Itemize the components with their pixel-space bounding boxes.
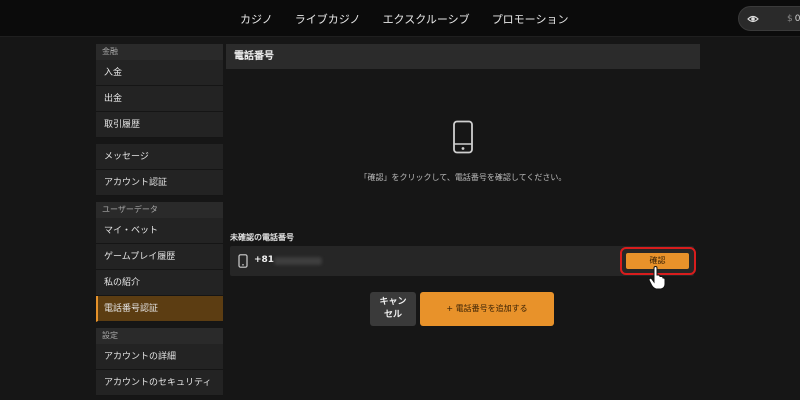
sidebar-item-my-bets[interactable]: マイ・ベット <box>96 218 223 244</box>
sidebar-item-transactions[interactable]: 取引履歴 <box>96 112 223 138</box>
phone-icon <box>238 254 248 268</box>
eye-icon[interactable] <box>747 13 759 25</box>
sidebar-item-deposit[interactable]: 入金 <box>96 60 223 86</box>
balance-pill[interactable]: $0 <box>738 6 800 31</box>
nav-casino[interactable]: カジノ <box>240 11 273 27</box>
sidebar-group-header: 設定 <box>96 328 223 344</box>
balance-value: 0 <box>794 13 800 24</box>
unverified-phone-label: 未確認の電話番号 <box>230 233 294 242</box>
phone-icon <box>453 120 473 154</box>
sidebar-item-gameplay-history[interactable]: ゲームプレイ履歴 <box>96 244 223 270</box>
sidebar-group-header: 金融 <box>96 44 223 60</box>
sidebar-item-account-verification[interactable]: アカウント認証 <box>96 170 223 196</box>
hand-cursor-icon <box>648 266 666 290</box>
cancel-button[interactable]: キャン セル <box>370 292 416 326</box>
sidebar-item-messages[interactable]: メッセージ <box>96 144 223 170</box>
nav-exclusive[interactable]: エクスクルーシブ <box>383 11 470 27</box>
balance-currency: $ <box>787 13 793 24</box>
sidebar-item-referrals[interactable]: 私の紹介 <box>96 270 223 296</box>
instruction-text: 「確認」をクリックして、電話番号を確認してください。 <box>359 173 567 182</box>
phone-panel: 電話番号 「確認」をクリックして、電話番号を確認してください。 未確認の電話番号… <box>226 44 700 400</box>
sidebar-item-withdraw[interactable]: 出金 <box>96 86 223 112</box>
nav-live-casino[interactable]: ライブカジノ <box>295 11 361 27</box>
sidebar-group-settings: 設定 アカウントの詳細 アカウントのセキュリティ <box>96 328 223 396</box>
sidebar-group-finance: 金融 入金 出金 取引履歴 <box>96 44 223 138</box>
main-nav: カジノ ライブカジノ エクスクルーシブ プロモーション <box>240 0 590 37</box>
sidebar-item-phone-verification[interactable]: 電話番号認証 <box>96 296 223 322</box>
sidebar-group-header: ユーザーデータ <box>96 202 223 218</box>
phone-number-row: +81 確認 <box>230 246 696 276</box>
account-sidebar: 金融 入金 出金 取引履歴 メッセージ アカウント認証 ユーザーデータ マイ・ベ… <box>96 44 223 400</box>
cancel-label-line1: キャン <box>379 297 407 307</box>
phone-country-code: +81 <box>254 255 275 265</box>
masked-phone-number <box>274 257 322 265</box>
top-bar: カジノ ライブカジノ エクスクルーシブ プロモーション $0 <box>0 0 800 37</box>
balance-amount: $0 <box>787 14 800 24</box>
nav-promotion[interactable]: プロモーション <box>492 11 569 27</box>
cancel-label-line2: セル <box>383 310 402 320</box>
sidebar-item-account-security[interactable]: アカウントのセキュリティ <box>96 370 223 396</box>
page-title: 電話番号 <box>226 44 700 69</box>
sidebar-group-user-data: ユーザーデータ マイ・ベット ゲームプレイ履歴 私の紹介 電話番号認証 <box>96 202 223 322</box>
sidebar-item-account-details[interactable]: アカウントの詳細 <box>96 344 223 370</box>
sidebar-group-messages: メッセージ アカウント認証 <box>96 144 223 196</box>
add-phone-button[interactable]: + 電話番号を追加する <box>420 292 554 326</box>
